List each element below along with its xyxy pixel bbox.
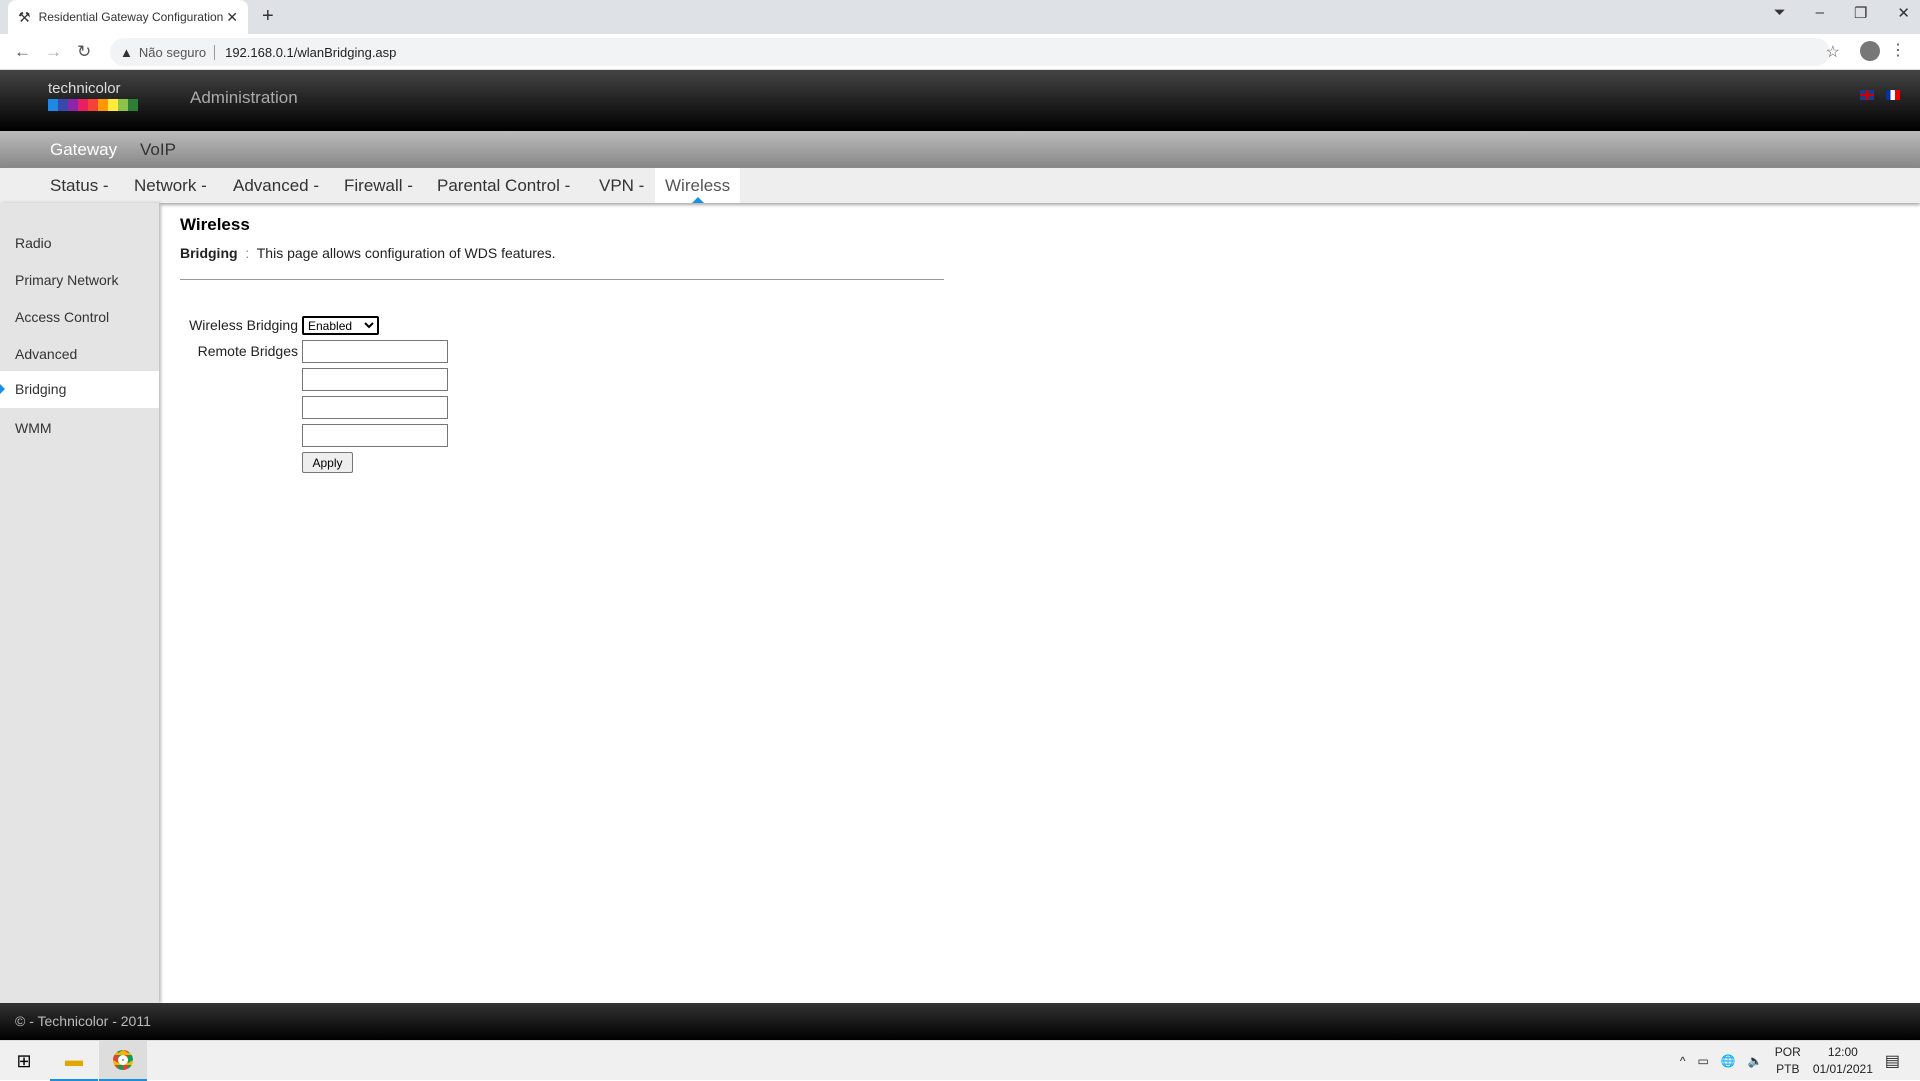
browser-tab[interactable]: ⚒ Residential Gateway Configuration ✕ [8,0,248,34]
menu-advanced[interactable]: Advanced - [233,176,319,196]
main-content: Wireless Bridging : This page allows con… [180,215,944,280]
footer: © - Technicolor - 2011 [0,1003,1920,1040]
network-icon[interactable]: 🌐 [1721,1054,1736,1068]
url-text[interactable]: 192.168.0.1/wlanBridging.asp [225,45,396,60]
menu-firewall[interactable]: Firewall - [344,176,413,196]
english-flag-icon[interactable] [1860,90,1874,100]
remote-bridge-input-2[interactable] [302,368,448,391]
minimize-button[interactable]: – [1816,4,1824,22]
header-title: Administration [190,88,298,107]
menu-parental-control[interactable]: Parental Control - [437,176,570,196]
chevron-up-icon[interactable]: ^ [1680,1054,1686,1068]
browser-menu-icon[interactable]: ⋮ [1890,40,1906,60]
volume-icon[interactable]: 🔈 [1748,1054,1763,1068]
tools-icon: ⚒ [18,8,31,25]
remote-bridge-input-1[interactable] [302,340,448,363]
top-nav: Gateway VoIP [0,131,1920,168]
tab-title: Residential Gateway Configuration [38,10,224,24]
file-explorer-icon[interactable]: ▬ [50,1041,98,1081]
technicolor-logo: technicolor [48,80,138,111]
remote-bridges-label: Remote Bridges [197,343,298,359]
new-tab-button[interactable]: + [262,5,274,28]
tab-search-icon[interactable]: ⏷ [1774,4,1786,22]
wireless-bridging-select[interactable]: Enabled [302,316,379,335]
address-bar-row: ← → ↻ ▲ Não seguro 192.168.0.1/wlanBridg… [0,34,1920,70]
browser-tab-bar: ⚒ Residential Gateway Configuration ✕ + … [0,0,1920,34]
nav-voip[interactable]: VoIP [140,140,176,160]
page-description: Bridging : This page allows configuratio… [180,245,944,261]
close-tab-icon[interactable]: ✕ [226,9,238,26]
page-title: Wireless [180,215,250,234]
french-flag-icon[interactable] [1886,90,1900,100]
lang-bottom: PTB [1776,1062,1800,1076]
remote-bridge-input-3[interactable] [302,396,448,419]
menu-network[interactable]: Network - [134,176,207,196]
chrome-icon[interactable] [99,1041,147,1081]
clock[interactable]: 12:00 01/01/2021 [1813,1044,1873,1078]
sidebar-item-advanced[interactable]: Advanced [0,336,159,373]
taskbar: ⊞ ▬ ^ ▭ 🌐 🔈 POR PTB 12:00 01/01/2021 ▤ [0,1040,1920,1081]
sidebar: Radio Primary Network Access Control Adv… [0,203,159,1003]
address-bar[interactable]: ▲ Não seguro 192.168.0.1/wlanBridging.as… [110,38,1830,66]
time: 12:00 [1827,1045,1858,1059]
menu-wireless[interactable]: Wireless [655,168,741,203]
lang-top: POR [1774,1045,1801,1059]
menu-status[interactable]: Status - [50,176,109,196]
main-menu: Status - Network - Advanced - Firewall -… [0,168,1920,203]
section-name: Bridging [180,245,238,261]
restore-button[interactable]: ❐ [1854,4,1867,22]
description-text: This page allows configuration of WDS fe… [256,245,556,261]
bookmark-star-icon[interactable]: ☆ [1826,42,1840,62]
system-tray: ^ ▭ 🌐 🔈 POR PTB 12:00 01/01/2021 ▤ [1680,1041,1920,1081]
router-header: technicolor Administration [0,70,1920,131]
battery-icon[interactable]: ▭ [1698,1054,1709,1068]
security-status: Não seguro [139,44,216,60]
menu-vpn[interactable]: VPN - [599,176,644,196]
windows-start-icon[interactable]: ⊞ [0,1041,48,1081]
logo-text: technicolor [48,80,121,97]
close-window-button[interactable]: ✕ [1897,4,1910,22]
sidebar-item-wmm[interactable]: WMM [0,410,159,447]
remote-bridge-input-4[interactable] [302,424,448,447]
nav-gateway[interactable]: Gateway [50,140,117,160]
sidebar-item-bridging[interactable]: Bridging [0,371,159,408]
wireless-bridging-label: Wireless Bridging [189,317,298,333]
sidebar-item-primary-network[interactable]: Primary Network [0,262,159,299]
sidebar-item-access-control[interactable]: Access Control [0,299,159,336]
notifications-icon[interactable]: ▤ [1885,1051,1900,1071]
date: 01/01/2021 [1812,1062,1873,1076]
back-icon[interactable]: ← [14,42,31,62]
apply-button[interactable]: Apply [302,452,353,473]
separator: : [245,245,250,261]
sidebar-item-radio[interactable]: Radio [0,225,159,262]
language-indicator[interactable]: POR PTB [1775,1044,1801,1078]
reload-icon[interactable]: ↻ [77,42,91,62]
profile-icon[interactable] [1860,41,1880,61]
window-controls: ⏷ – ❐ ✕ [1774,4,1910,22]
divider [180,279,944,280]
warning-icon: ▲ [120,44,133,60]
forward-icon[interactable]: → [45,42,62,62]
